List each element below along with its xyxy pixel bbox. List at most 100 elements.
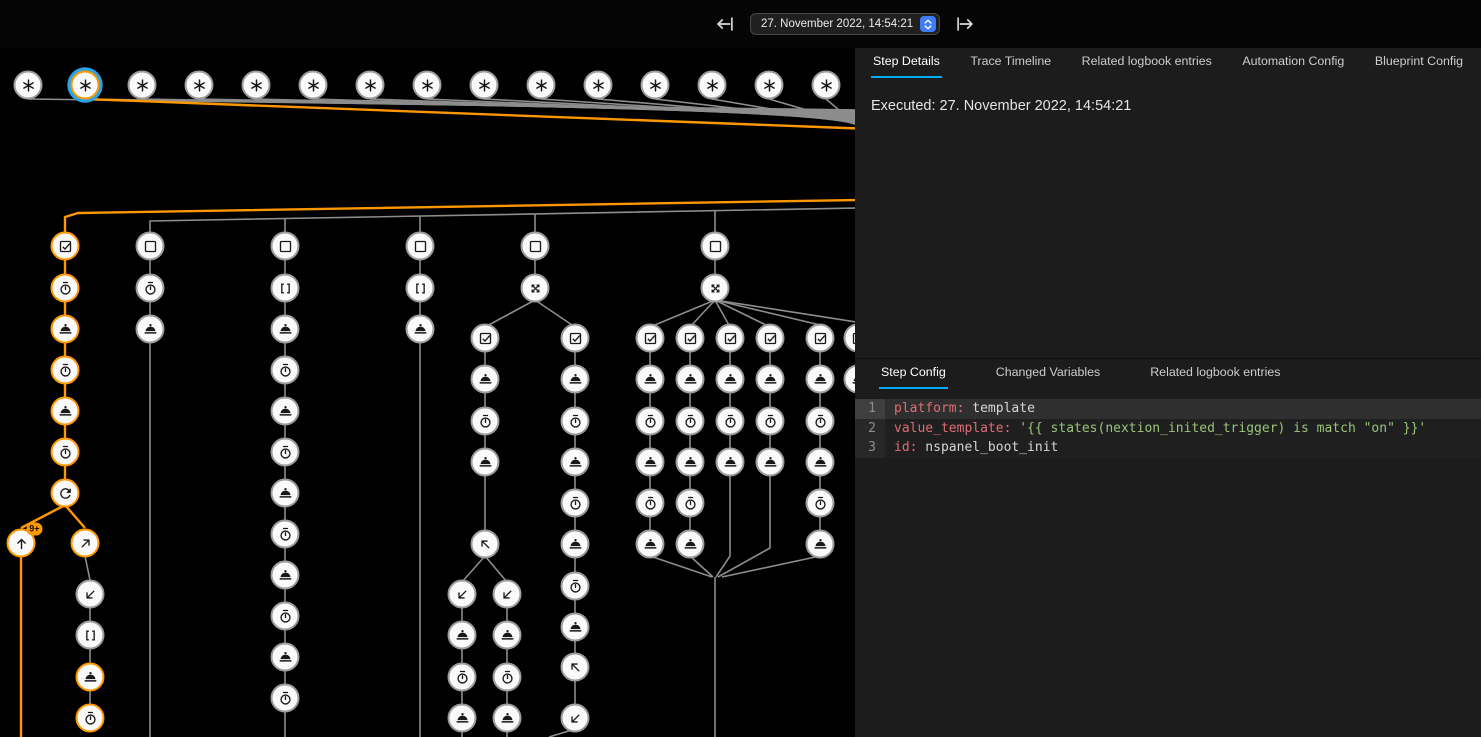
node-dome[interactable]: [471, 365, 500, 394]
node-asterisk[interactable]: [299, 71, 328, 100]
node-check[interactable]: [756, 324, 785, 353]
node-dome[interactable]: [806, 365, 835, 394]
node-arrow-sw[interactable]: [493, 580, 522, 609]
node-dome[interactable]: [716, 365, 745, 394]
node-timer[interactable]: [271, 602, 300, 631]
node-dome[interactable]: [271, 397, 300, 426]
node-dome[interactable]: [844, 365, 856, 394]
tab-related-logbook-entries[interactable]: Related logbook entries: [1080, 54, 1214, 78]
node-timer[interactable]: [76, 704, 105, 733]
node-asterisk[interactable]: [128, 71, 157, 100]
node-timer[interactable]: [51, 274, 80, 303]
node-timer[interactable]: [561, 489, 590, 518]
node-timer[interactable]: [561, 572, 590, 601]
node-dome[interactable]: [406, 315, 435, 344]
node-arrow-sw[interactable]: [561, 704, 590, 733]
node-dome[interactable]: [676, 530, 705, 559]
node-check[interactable]: [676, 324, 705, 353]
node-timer[interactable]: [51, 356, 80, 385]
node-timer[interactable]: [716, 407, 745, 436]
node-check[interactable]: [806, 324, 835, 353]
node-dome[interactable]: [561, 613, 590, 642]
node-dome[interactable]: [561, 530, 590, 559]
node-asterisk[interactable]: [812, 71, 841, 100]
node-timer[interactable]: [493, 663, 522, 692]
node-timer[interactable]: [636, 407, 665, 436]
node-arrow-ne[interactable]: [71, 529, 100, 558]
node-check[interactable]: [716, 324, 745, 353]
node-dome[interactable]: [448, 704, 477, 733]
node-square[interactable]: [521, 232, 550, 261]
node-dome[interactable]: [561, 448, 590, 477]
tab-related-logbook-entries[interactable]: Related logbook entries: [1148, 365, 1282, 389]
node-asterisk[interactable]: [71, 71, 100, 100]
node-dome[interactable]: [636, 530, 665, 559]
tab-blueprint-config[interactable]: Blueprint Config: [1373, 54, 1465, 78]
node-timer[interactable]: [756, 407, 785, 436]
node-timer[interactable]: [448, 663, 477, 692]
node-asterisk[interactable]: [470, 71, 499, 100]
node-square[interactable]: [701, 232, 730, 261]
node-arrow-up[interactable]: 9+: [7, 529, 36, 558]
node-timer[interactable]: [676, 407, 705, 436]
node-check[interactable]: [51, 232, 80, 261]
node-dome[interactable]: [636, 448, 665, 477]
node-asterisk[interactable]: [14, 71, 43, 100]
node-square[interactable]: [136, 232, 165, 261]
node-arrow-sw[interactable]: [76, 580, 105, 609]
node-asterisk[interactable]: [755, 71, 784, 100]
node-brackets[interactable]: [271, 274, 300, 303]
node-dome[interactable]: [471, 448, 500, 477]
node-timer[interactable]: [271, 520, 300, 549]
tab-trace-timeline[interactable]: Trace Timeline: [968, 54, 1053, 78]
tab-changed-variables[interactable]: Changed Variables: [994, 365, 1102, 389]
node-check[interactable]: [561, 324, 590, 353]
node-asterisk[interactable]: [242, 71, 271, 100]
node-choose[interactable]: [521, 274, 550, 303]
node-asterisk[interactable]: [413, 71, 442, 100]
node-timer[interactable]: [271, 356, 300, 385]
node-dome[interactable]: [676, 365, 705, 394]
previous-trace-button[interactable]: [714, 13, 736, 35]
node-brackets[interactable]: [76, 621, 105, 650]
node-dome[interactable]: [806, 530, 835, 559]
node-dome[interactable]: [271, 479, 300, 508]
node-dome[interactable]: [271, 643, 300, 672]
node-asterisk[interactable]: [527, 71, 556, 100]
node-timer[interactable]: [561, 407, 590, 436]
node-timer[interactable]: [676, 489, 705, 518]
node-asterisk[interactable]: [356, 71, 385, 100]
node-timer[interactable]: [136, 274, 165, 303]
node-dome[interactable]: [676, 448, 705, 477]
node-arrow-sw[interactable]: [448, 580, 477, 609]
node-check[interactable]: [471, 324, 500, 353]
node-repeat[interactable]: [51, 479, 80, 508]
tab-step-details[interactable]: Step Details: [871, 54, 942, 78]
node-square[interactable]: [271, 232, 300, 261]
node-dome[interactable]: [493, 704, 522, 733]
node-choose[interactable]: [701, 274, 730, 303]
node-dome[interactable]: [51, 397, 80, 426]
node-dome[interactable]: [636, 365, 665, 394]
tab-step-config[interactable]: Step Config: [879, 365, 948, 389]
node-dome[interactable]: [561, 365, 590, 394]
node-timer[interactable]: [806, 489, 835, 518]
node-dome[interactable]: [51, 315, 80, 344]
node-dome[interactable]: [448, 621, 477, 650]
node-check[interactable]: [844, 324, 856, 353]
trace-select[interactable]: 27. November 2022, 14:54:21: [750, 13, 940, 35]
node-arrow-nw[interactable]: [561, 653, 590, 682]
node-brackets[interactable]: [406, 274, 435, 303]
node-square[interactable]: [406, 232, 435, 261]
node-asterisk[interactable]: [185, 71, 214, 100]
node-dome[interactable]: [756, 448, 785, 477]
node-dome[interactable]: [76, 663, 105, 692]
node-dome[interactable]: [136, 315, 165, 344]
node-timer[interactable]: [271, 438, 300, 467]
node-asterisk[interactable]: [641, 71, 670, 100]
node-dome[interactable]: [493, 621, 522, 650]
node-timer[interactable]: [806, 407, 835, 436]
node-timer[interactable]: [636, 489, 665, 518]
node-dome[interactable]: [716, 448, 745, 477]
node-asterisk[interactable]: [698, 71, 727, 100]
